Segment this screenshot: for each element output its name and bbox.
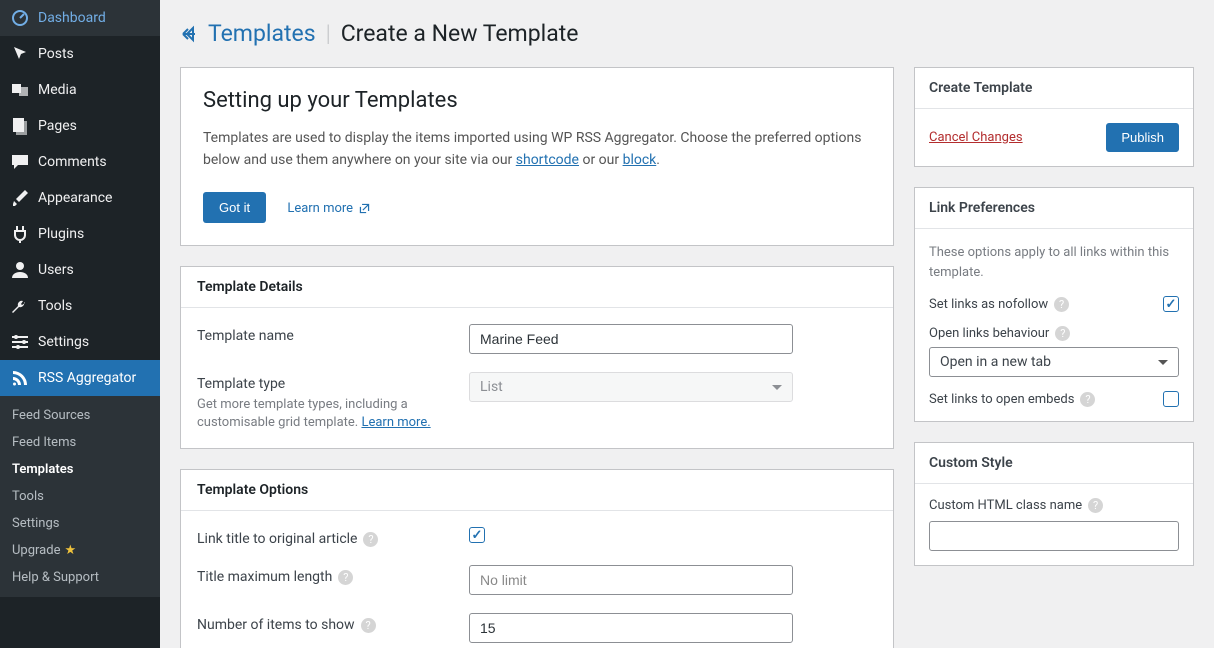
menu-item-rss-aggregator[interactable]: RSS Aggregator <box>0 360 160 396</box>
got-it-button[interactable]: Got it <box>203 192 266 223</box>
create-template-panel: Create Template Cancel Changes Publish <box>914 67 1194 167</box>
dashboard-icon <box>10 8 30 28</box>
comments-icon <box>10 152 30 172</box>
submenu-item-help-support[interactable]: Help & Support <box>0 564 160 591</box>
breadcrumb-separator: | <box>326 20 331 47</box>
help-icon[interactable]: ? <box>1055 326 1070 341</box>
breadcrumb-templates[interactable]: Templates <box>208 20 316 47</box>
menu-item-media[interactable]: Media <box>0 72 160 108</box>
help-icon[interactable]: ? <box>338 570 353 585</box>
settings-icon <box>10 332 30 352</box>
submenu-item-feed-items[interactable]: Feed Items <box>0 429 160 456</box>
open-embeds-checkbox[interactable] <box>1163 391 1179 407</box>
template-type-learn-more[interactable]: Learn more. <box>361 415 430 430</box>
help-icon[interactable]: ? <box>1080 392 1095 407</box>
template-options-heading: Template Options <box>181 470 893 511</box>
title-max-label: Title maximum length? <box>197 565 469 585</box>
learn-more-link[interactable]: Learn more <box>287 201 371 216</box>
intro-text: Templates are used to display the items … <box>203 127 871 172</box>
admin-sidebar: DashboardPostsMediaPagesCommentsAppearan… <box>0 0 160 648</box>
menu-item-posts[interactable]: Posts <box>0 36 160 72</box>
rss-submenu: Feed SourcesFeed ItemsTemplatesToolsSett… <box>0 396 160 597</box>
user-icon <box>10 260 30 280</box>
submenu-item-settings[interactable]: Settings <box>0 510 160 537</box>
custom-style-heading: Custom Style <box>915 443 1193 484</box>
template-type-select: List <box>469 372 793 402</box>
submenu-item-upgrade[interactable]: Upgrade★ <box>0 537 160 564</box>
open-embeds-label: Set links to open embeds? <box>929 392 1095 407</box>
menu-item-users[interactable]: Users <box>0 252 160 288</box>
nofollow-label: Set links as nofollow? <box>929 297 1069 312</box>
help-icon[interactable]: ? <box>361 618 376 633</box>
num-items-input[interactable] <box>469 613 793 643</box>
create-template-heading: Create Template <box>915 68 1193 109</box>
nofollow-checkbox[interactable] <box>1163 296 1179 312</box>
intro-panel: Setting up your Templates Templates are … <box>180 67 894 246</box>
custom-style-panel: Custom Style Custom HTML class name? <box>914 442 1194 566</box>
menu-item-pages[interactable]: Pages <box>0 108 160 144</box>
submenu-item-tools[interactable]: Tools <box>0 483 160 510</box>
link-preferences-panel: Link Preferences These options apply to … <box>914 187 1194 422</box>
plugin-icon <box>10 224 30 244</box>
pin-icon <box>10 44 30 64</box>
open-links-behaviour-select[interactable]: Open in a new tab <box>929 347 1179 377</box>
wrench-icon <box>10 296 30 316</box>
help-icon[interactable]: ? <box>1054 297 1069 312</box>
shortcode-link[interactable]: shortcode <box>516 152 579 168</box>
open-links-behaviour-label: Open links behaviour? <box>929 326 1179 341</box>
link-title-label: Link title to original article? <box>197 527 469 547</box>
block-link[interactable]: block <box>623 152 657 168</box>
menu-item-appearance[interactable]: Appearance <box>0 180 160 216</box>
star-icon: ★ <box>64 543 76 558</box>
help-icon[interactable]: ? <box>1088 498 1103 513</box>
media-icon <box>10 80 30 100</box>
main-content: Templates | Create a New Template Settin… <box>160 0 1214 648</box>
custom-class-input[interactable] <box>929 521 1179 551</box>
submenu-item-feed-sources[interactable]: Feed Sources <box>0 402 160 429</box>
menu-item-settings[interactable]: Settings <box>0 324 160 360</box>
custom-class-label: Custom HTML class name? <box>929 498 1103 513</box>
template-details-heading: Template Details <box>181 267 893 308</box>
title-max-input[interactable] <box>469 565 793 595</box>
submenu-item-templates[interactable]: Templates <box>0 456 160 483</box>
help-icon[interactable]: ? <box>363 532 378 547</box>
publish-button[interactable]: Publish <box>1106 123 1179 152</box>
rss-icon <box>10 368 30 388</box>
template-name-input[interactable] <box>469 324 793 354</box>
template-options-panel: Template Options Link title to original … <box>180 469 894 648</box>
intro-title: Setting up your Templates <box>203 88 871 113</box>
brush-icon <box>10 188 30 208</box>
cancel-changes-link[interactable]: Cancel Changes <box>929 130 1023 145</box>
page-header: Templates | Create a New Template <box>180 20 1194 47</box>
num-items-label: Number of items to show? <box>197 613 469 633</box>
link-preferences-heading: Link Preferences <box>915 188 1193 229</box>
menu-item-plugins[interactable]: Plugins <box>0 216 160 252</box>
pages-icon <box>10 116 30 136</box>
link-title-checkbox[interactable] <box>469 527 485 543</box>
menu-item-tools[interactable]: Tools <box>0 288 160 324</box>
template-type-label: Template type Get more template types, i… <box>197 372 469 432</box>
external-link-icon <box>358 202 371 215</box>
menu-item-dashboard[interactable]: Dashboard <box>0 0 160 36</box>
menu-item-comments[interactable]: Comments <box>0 144 160 180</box>
template-name-label: Template name <box>197 324 469 344</box>
page-title: Create a New Template <box>341 20 579 47</box>
link-preferences-note: These options apply to all links within … <box>929 243 1179 282</box>
back-arrow-icon[interactable] <box>180 24 200 44</box>
template-details-panel: Template Details Template name Template … <box>180 266 894 449</box>
